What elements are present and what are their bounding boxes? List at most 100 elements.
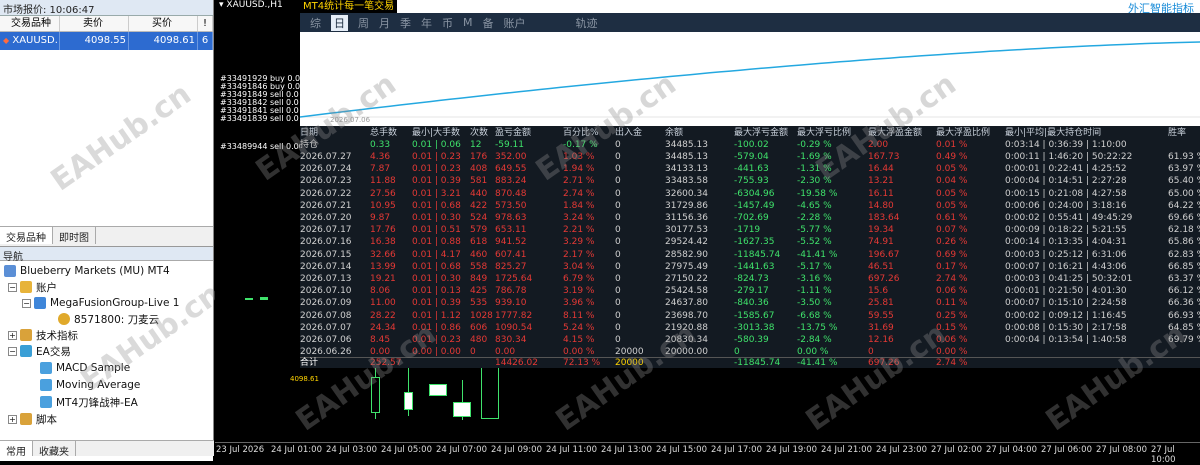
cell: -702.69 <box>734 213 769 223</box>
widget-tab[interactable]: 账户 <box>504 15 526 31</box>
col-symbol[interactable]: 交易品种 <box>0 16 60 31</box>
cell: -6.68 % <box>797 310 832 321</box>
user-icon <box>58 313 70 325</box>
market-watch-row[interactable]: ◆ XAUUSD. 4098.55 4098.61 6 <box>0 32 213 50</box>
collapse-icon[interactable]: − <box>22 298 31 308</box>
nav-accounts[interactable]: − 账户 <box>8 279 57 295</box>
cell: 12 <box>470 140 482 150</box>
widget-tab[interactable]: M <box>463 16 473 29</box>
cell: 978.63 <box>495 213 527 223</box>
widget-tab[interactable]: 月 <box>379 15 390 31</box>
cell: 17.76 <box>370 225 396 236</box>
cell: 0.05 % <box>936 188 968 199</box>
broker-icon <box>4 265 16 277</box>
data-row: 2026.07.22 27.56 0.01 | 3.21 440 870.48 2.74 … <box>300 189 1200 200</box>
widget-tab[interactable]: 年 <box>421 15 432 31</box>
col-ask[interactable]: 买价 <box>129 16 198 31</box>
widget-tab[interactable]: 轨迹 <box>576 15 598 31</box>
time-tick: 24 Jul 11:00 <box>546 445 597 455</box>
cell: 0 <box>615 322 621 333</box>
widget-tab[interactable]: 综 <box>310 15 321 31</box>
col-spread[interactable]: ! <box>198 16 213 31</box>
candle <box>404 392 413 410</box>
chart-window[interactable]: ▾ XAUUSD.,H1 #33491929 buy 0.0 #33491846 … <box>215 0 1200 465</box>
expand-icon[interactable]: + <box>8 330 17 340</box>
cell: 6.79 % <box>563 274 595 284</box>
nav-scripts[interactable]: + 脚本 <box>8 411 57 427</box>
cell: 0:00:09 | 0:18:22 | 5:21:55 <box>1005 225 1127 236</box>
cell: 69.66 % <box>1168 213 1200 223</box>
cell: 0 <box>615 176 621 187</box>
cell: 941.52 <box>495 237 527 248</box>
time-tick: 24 Jul 17:00 <box>711 445 762 455</box>
tab-symbols[interactable]: 交易品种 <box>0 227 53 244</box>
nav-ea-mt4[interactable]: MT4刀锋战神-EA <box>40 394 138 410</box>
cell: 0:03:14 | 0:36:39 | 1:10:00 <box>1005 140 1127 150</box>
data-row: 2026.07.13 19.21 0.01 | 0.30 849 1725.64 6.79… <box>300 274 1200 285</box>
cell: 66.36 % <box>1168 298 1200 309</box>
cell: 0.49 % <box>936 152 968 162</box>
widget-tab[interactable]: 季 <box>400 15 411 31</box>
cell: -2.30 % <box>797 176 832 187</box>
cell: 最大浮亏比例 <box>797 128 852 138</box>
expand-icon[interactable]: + <box>8 414 17 424</box>
collapse-icon[interactable]: − <box>8 282 17 292</box>
cell: 24637.80 <box>665 298 708 309</box>
scripts-icon <box>20 413 32 425</box>
cell: 余额 <box>665 128 684 138</box>
indicators-icon <box>20 329 32 341</box>
nav-server[interactable]: − MegaFusionGroup-Live 1 <box>22 295 179 311</box>
cell: 0.01 | 0.23 <box>412 164 461 175</box>
cell: -1457.49 <box>734 200 775 211</box>
cell: 579 <box>470 225 488 236</box>
cell: 0 <box>615 188 621 199</box>
tab-tick-chart[interactable]: 即时图 <box>53 227 96 244</box>
cell: 1777.82 <box>495 310 533 321</box>
tab-common[interactable]: 常用 <box>0 441 33 458</box>
symbol-name: XAUUSD. <box>12 35 58 46</box>
widget-tab[interactable]: 日 <box>331 14 348 31</box>
cell: 最小|大手数 <box>412 128 461 138</box>
col-bid[interactable]: 卖价 <box>60 16 129 31</box>
time-tick: 24 Jul 21:00 <box>821 445 872 455</box>
nav-indicators[interactable]: + 技术指标 <box>8 327 78 343</box>
data-row: 2026.07.23 11.88 0.01 | 0.39 581 883.24 2.71 … <box>300 176 1200 187</box>
cell: 0 <box>615 249 621 260</box>
cell: 63.37 % <box>1168 274 1200 284</box>
collapse-icon[interactable]: − <box>8 346 17 356</box>
data-row: 2026.07.17 17.76 0.01 | 0.51 579 653.11 2.21 … <box>300 225 1200 236</box>
nav-expert-advisors[interactable]: − EA交易 <box>8 343 71 359</box>
tab-favorites[interactable]: 收藏夹 <box>33 441 76 458</box>
cell: 34485.13 <box>665 152 708 162</box>
cell: 2.74 % <box>936 274 968 284</box>
cell: 0.01 | 0.23 <box>412 152 461 162</box>
cell: 16.44 <box>868 164 894 175</box>
widget-tab[interactable]: 备 <box>483 15 494 31</box>
cell: -1585.67 <box>734 310 775 321</box>
widget-title: MT4统计每一笔交易 <box>300 0 398 13</box>
nav-ea-macd[interactable]: MACD Sample <box>40 360 130 376</box>
widget-tab[interactable]: 周 <box>358 15 369 31</box>
symbol-arrow-icon: ◆ <box>3 36 10 45</box>
nav-account-item[interactable]: 8571800: 刀麦云 <box>58 311 159 327</box>
cell: 425 <box>470 286 488 297</box>
cell: 0.25 % <box>936 310 968 321</box>
cell: 0.01 | 0.30 <box>412 274 461 284</box>
balance-curve-svg <box>299 41 1200 118</box>
cell: 日期 <box>300 128 319 138</box>
time-tick: 24 Jul 03:00 <box>326 445 377 455</box>
cell: 408 <box>470 164 488 175</box>
cell: 4.15 % <box>563 335 595 345</box>
cell: -0.17 % <box>563 140 598 150</box>
widget-tab[interactable]: 币 <box>442 15 453 31</box>
candle <box>429 384 447 396</box>
cell: 15.6 <box>868 286 889 297</box>
ea-hat-icon <box>40 396 52 408</box>
cell: 46.51 <box>868 261 894 272</box>
server-icon <box>34 297 46 309</box>
time-tick: 27 Jul 10:00 <box>1151 445 1176 465</box>
nav-ea-ma[interactable]: Moving Average <box>40 377 140 393</box>
nav-broker[interactable]: Blueberry Markets (MU) MT4 <box>4 263 170 279</box>
cell: 0.61 % <box>936 213 968 223</box>
data-row: 2026.07.06 8.45 0.01 | 0.23 480 830.34 4.15 %… <box>300 335 1200 346</box>
